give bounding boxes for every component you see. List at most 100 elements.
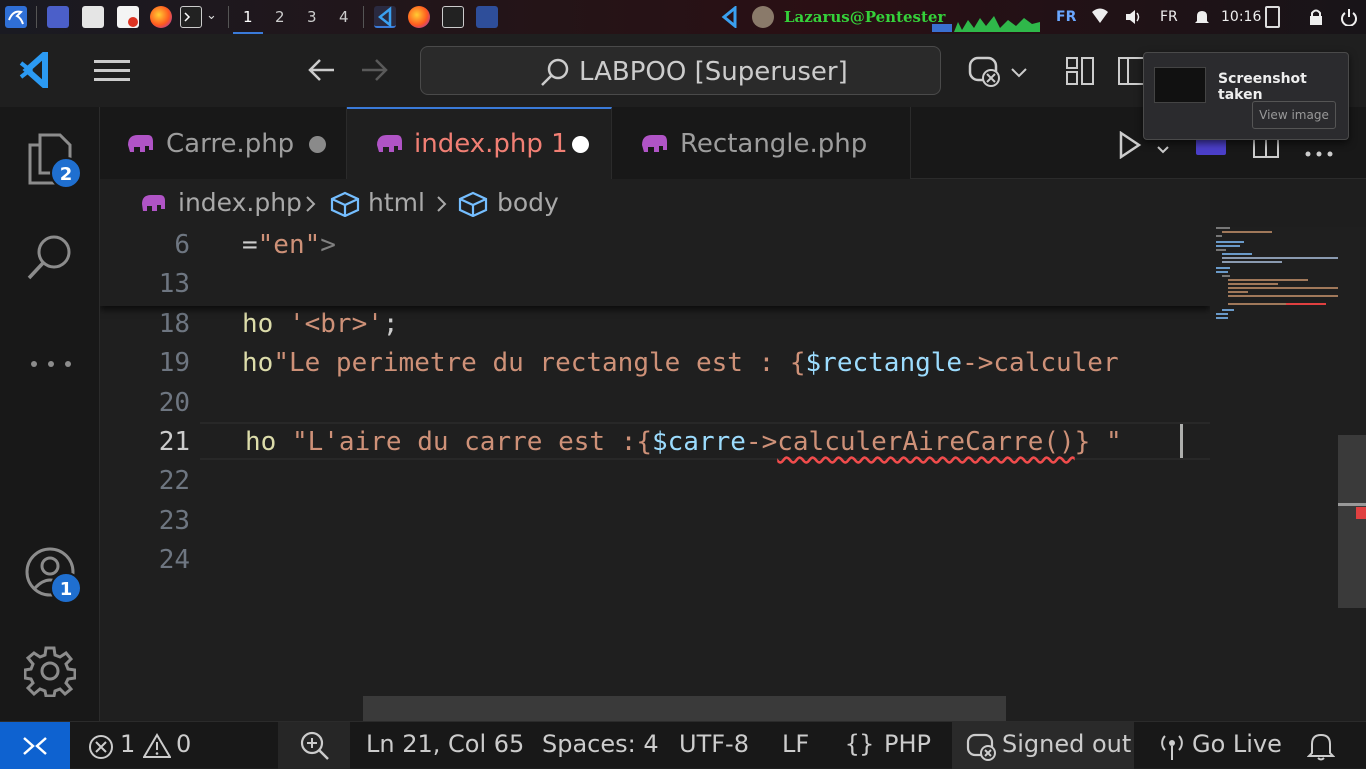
chevron-down-icon[interactable] (1156, 140, 1170, 159)
vertical-scrollbar[interactable] (1338, 435, 1366, 608)
avatar[interactable] (752, 6, 774, 28)
cursor-position[interactable]: Ln 21, Col 65 (366, 730, 524, 758)
line-number: 23 (158, 506, 190, 536)
back-arrow-icon[interactable] (306, 56, 336, 88)
line-number: 6 (174, 230, 190, 260)
breadcrumb-html[interactable]: html (368, 188, 425, 217)
breadcrumb-file[interactable]: index.php (178, 188, 302, 217)
tab-rectangle-php[interactable]: Rectangle.php (612, 107, 911, 179)
line-ending[interactable]: LF (782, 730, 809, 758)
copilot-icon (966, 733, 996, 761)
horizontal-scrollbar[interactable] (363, 696, 1006, 721)
workspace-1[interactable]: 1 (233, 8, 262, 34)
command-center[interactable]: LABPOO [Superuser] (420, 46, 941, 95)
php-elephant-icon (375, 133, 403, 159)
explorer-badge: 2 (50, 157, 82, 189)
unsaved-dot-icon[interactable] (572, 136, 589, 153)
screenshot-thumbnail[interactable] (1154, 67, 1206, 103)
locale-indicator[interactable]: FR (1160, 9, 1178, 25)
account-status[interactable]: Signed out (952, 722, 1134, 769)
breadcrumb-body[interactable]: body (497, 188, 559, 217)
chevron-down-icon[interactable] (1010, 64, 1028, 83)
warning-count: 0 (176, 730, 192, 758)
menu-icon[interactable] (94, 58, 130, 88)
tab-label: Carre.php (166, 129, 295, 159)
firefox-window-icon[interactable] (408, 6, 430, 28)
text-cursor (1180, 424, 1183, 458)
screenshot-notification[interactable]: Screenshot taken View image (1143, 52, 1349, 140)
vscode-window-icon[interactable] (374, 6, 396, 28)
problems-indicator[interactable]: 1 0 (88, 722, 198, 769)
downloads-window-icon[interactable] (476, 6, 498, 28)
vscode-tray-icon[interactable] (718, 4, 740, 30)
copilot-icon[interactable] (968, 54, 1002, 92)
code-line[interactable]: ho"Le perimetre du rectangle est : {$rec… (242, 348, 1119, 378)
run-icon[interactable] (1118, 130, 1142, 163)
workspace-4[interactable]: 4 (339, 8, 349, 26)
code-editor[interactable]: 18 ho '<br>'; 19 ho"Le perimetre du rect… (100, 227, 1210, 721)
sticky-scroll[interactable]: 6 ="en"> 13 (100, 227, 1210, 306)
forward-arrow-icon[interactable] (360, 56, 390, 88)
element-cube-icon (458, 191, 488, 221)
php-elephant-icon (140, 193, 166, 217)
broadcast-icon (1161, 735, 1183, 760)
volume-icon[interactable] (1124, 8, 1142, 30)
language-mode[interactable]: PHP (884, 730, 931, 758)
search-icon (539, 57, 571, 93)
notification-title: Screenshot taken (1218, 71, 1307, 103)
workspace-2[interactable]: 2 (275, 8, 285, 26)
unsaved-dot-icon[interactable] (309, 136, 326, 153)
clock[interactable]: 10:16 (1221, 9, 1261, 25)
line-number: 22 (158, 466, 190, 496)
power-icon[interactable] (1340, 8, 1358, 30)
tab-label: index.php 1 (414, 129, 568, 159)
more-icon[interactable] (30, 353, 72, 372)
error-marker (1356, 507, 1366, 519)
code-line[interactable]: ho '<br>'; (242, 309, 399, 339)
php-elephant-icon (126, 133, 154, 159)
activity-bar: 2 1 (0, 107, 100, 721)
battery-icon[interactable] (1265, 6, 1280, 28)
remote-indicator[interactable] (0, 722, 70, 769)
encoding[interactable]: UTF-8 (679, 730, 749, 758)
cpu-graph-icon (932, 16, 1040, 32)
keyboard-layout[interactable]: FR (1056, 9, 1076, 25)
line-number: 13 (158, 269, 190, 299)
breadcrumb: index.php html body (100, 179, 1210, 227)
workspace-3[interactable]: 3 (307, 8, 317, 26)
zoom-in-icon (300, 731, 329, 760)
more-actions-icon[interactable] (1305, 142, 1333, 161)
signed-out-label: Signed out (1002, 730, 1132, 758)
zoom-indicator[interactable] (278, 722, 350, 769)
code-line[interactable]: ho "L'aire du carre est :{$carre->calcul… (245, 427, 1122, 457)
terminal-icon[interactable] (180, 6, 202, 28)
terminal-window-icon[interactable] (442, 6, 464, 28)
bell-icon[interactable] (1194, 8, 1210, 30)
wifi-icon[interactable] (1091, 7, 1109, 29)
code-line[interactable]: ="en"> (242, 230, 336, 260)
kali-menu-icon[interactable] (5, 6, 27, 28)
error-marker (1338, 503, 1366, 506)
go-live-button[interactable]: Go Live (1192, 730, 1282, 758)
notifications-bell-icon[interactable] (1307, 731, 1335, 761)
firefox-icon[interactable] (150, 6, 172, 28)
tab-carre-php[interactable]: Carre.php (100, 107, 347, 179)
command-center-label: LABPOO [Superuser] (579, 57, 848, 87)
minimap[interactable] (1210, 227, 1366, 721)
customize-layout-icon[interactable] (1065, 56, 1095, 90)
lock-icon[interactable] (1308, 8, 1324, 30)
line-number: 19 (158, 348, 190, 378)
files-icon[interactable] (82, 6, 104, 28)
search-icon[interactable] (26, 232, 76, 286)
indentation[interactable]: Spaces: 4 (542, 730, 659, 758)
user-label: Lazarus@Pentester (784, 8, 946, 26)
error-icon (89, 735, 113, 759)
desktop-icon[interactable] (47, 6, 69, 28)
chevron-down-icon[interactable]: ⌄ (206, 8, 217, 23)
tab-index-php[interactable]: index.php 1 (347, 107, 612, 179)
gear-icon[interactable] (23, 645, 77, 701)
view-image-button[interactable]: View image (1252, 101, 1336, 129)
line-number: 21 (158, 427, 190, 457)
vscode-logo-icon[interactable] (18, 47, 54, 93)
text-editor-icon[interactable] (117, 6, 139, 28)
